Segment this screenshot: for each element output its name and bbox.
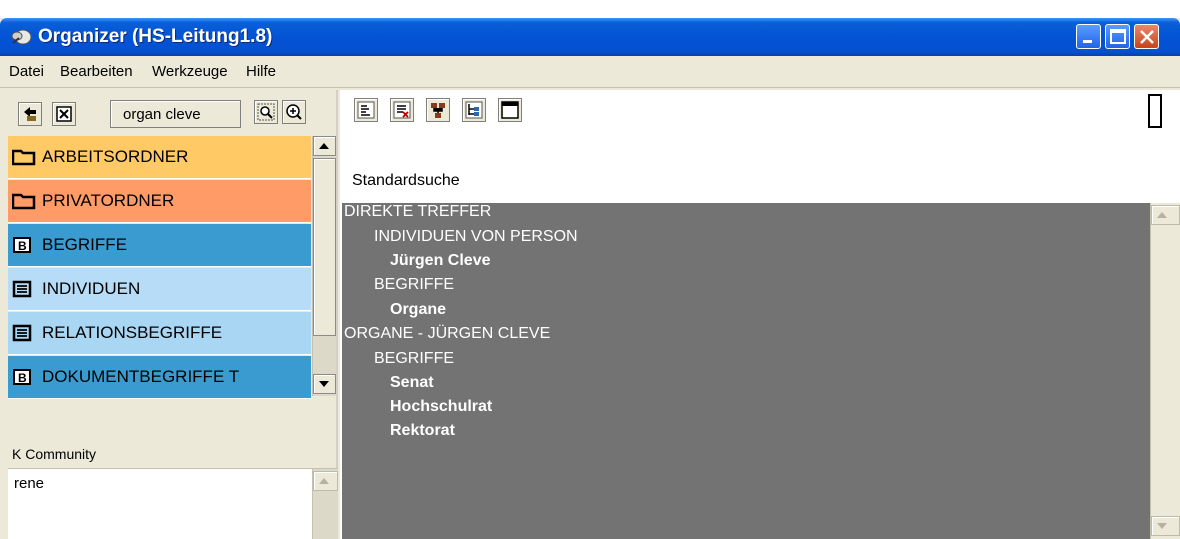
menu-werkzeuge[interactable]: Werkzeuge (152, 63, 228, 80)
result-item-rektorat[interactable]: Rektorat (390, 422, 455, 440)
advanced-search-button[interactable] (282, 100, 306, 124)
maximize-icon (1110, 29, 1126, 44)
arrow-down-icon (319, 381, 329, 387)
folder-individuen[interactable]: INDIVIDUEN (8, 268, 311, 311)
close-button[interactable] (1134, 24, 1159, 49)
back-arrow-icon (24, 107, 36, 121)
hierarchy-icon (431, 103, 445, 118)
cropped-heading (0, 0, 1180, 20)
result-item-hochschulrat[interactable]: Hochschulrat (390, 398, 492, 416)
community-list: rene (8, 468, 338, 539)
filter-list-icon (393, 101, 411, 119)
folder-begriffe[interactable]: B BEGRIFFE (8, 224, 311, 267)
folder-label: INDIVIDUEN (42, 279, 141, 298)
community-scroll-up-button[interactable] (313, 471, 338, 491)
result-category-begriffe[interactable]: BEGRIFFE (374, 276, 454, 294)
folder-relationsbegriffe[interactable]: RELATIONSBEGRIFFE (8, 312, 311, 355)
community-item[interactable]: rene (14, 475, 44, 492)
navigation-pane: organ cleve ARBEITSORDNER PRIVATORDNER B… (0, 90, 338, 539)
hierarchy-button[interactable] (426, 98, 450, 122)
delete-button[interactable] (52, 102, 76, 126)
folder-arbeitsordner[interactable]: ARBEITSORDNER (8, 136, 311, 179)
tree-view-icon (465, 101, 483, 119)
result-item-organe[interactable]: Organe (390, 301, 446, 319)
results-scroll-up-button[interactable] (1151, 205, 1180, 225)
b-box-icon: B (13, 237, 31, 253)
panel-toggle-handle[interactable] (1148, 94, 1162, 128)
results-scrollbar[interactable] (1150, 203, 1180, 539)
minimize-button[interactable] (1076, 24, 1101, 49)
close-icon (1140, 30, 1154, 44)
folder-label: BEGRIFFE (42, 235, 128, 254)
result-group-direkte-treffer[interactable]: DIREKTE TREFFER (344, 203, 491, 221)
scroll-thumb[interactable] (313, 158, 336, 336)
b-box-icon: B (13, 369, 31, 385)
menu-datei[interactable]: Datei (9, 63, 44, 80)
organizer-window: Organizer (HS-Leitung1.8) Datei Bearbeit… (0, 18, 1180, 539)
results-scroll-down-button[interactable] (1151, 516, 1180, 536)
arrow-up-icon (1157, 212, 1167, 218)
results-pane: Standardsuche DIREKTE TREFFER INDIVIDUEN… (340, 90, 1180, 539)
search-mode-label: Standardsuche (352, 172, 460, 189)
menu-bearbeiten[interactable]: Bearbeiten (60, 63, 133, 80)
menu-hilfe[interactable]: Hilfe (246, 63, 276, 80)
arrow-down-icon (1157, 523, 1167, 529)
folder-label: ARBEITSORDNER (42, 147, 189, 166)
menu-bar: Datei Bearbeiten Werkzeuge Hilfe (0, 56, 1180, 88)
delete-box-icon (56, 106, 72, 122)
list-box-icon (12, 324, 32, 342)
search-results-tree: DIREKTE TREFFER INDIVIDUEN VON PERSON Jü… (342, 203, 1180, 539)
result-category-begriffe[interactable]: BEGRIFFE (374, 350, 454, 368)
title-bar[interactable]: Organizer (HS-Leitung1.8) (0, 18, 1180, 56)
window-icon (501, 101, 519, 119)
list-box-icon (12, 280, 32, 298)
magnifier-icon (257, 103, 275, 121)
community-scrollbar[interactable] (312, 469, 338, 539)
folder-privatordner[interactable]: PRIVATORDNER (8, 180, 311, 223)
scroll-up-button[interactable] (313, 136, 336, 156)
svg-text:B: B (18, 239, 27, 253)
list-view-icon (357, 101, 375, 119)
result-item-senat[interactable]: Senat (390, 374, 434, 392)
result-item-juergen-cleve[interactable]: Jürgen Cleve (390, 252, 490, 270)
folder-icon (12, 193, 36, 210)
arrow-up-icon (319, 478, 329, 484)
search-settings-icon (286, 104, 302, 120)
filter-list-button[interactable] (390, 98, 414, 122)
search-input[interactable]: organ cleve (110, 100, 241, 128)
scroll-down-button[interactable] (313, 374, 336, 394)
minimize-icon (1083, 40, 1092, 43)
svg-text:B: B (18, 371, 27, 385)
community-label: K Community (12, 446, 97, 462)
folder-label: DOKUMENTBEGRIFFE T (42, 367, 240, 386)
folder-label: RELATIONSBEGRIFFE (42, 323, 223, 342)
folder-list: ARBEITSORDNER PRIVATORDNER B BEGRIFFE IN… (8, 136, 311, 440)
folder-scrollbar[interactable] (312, 136, 336, 396)
maximize-button[interactable] (1105, 24, 1130, 49)
window-view-button[interactable] (498, 98, 522, 122)
tree-view-button[interactable] (462, 98, 486, 122)
list-view-button[interactable] (354, 98, 378, 122)
result-group-organe-juergen-cleve[interactable]: ORGANE - JÜRGEN CLEVE (344, 325, 550, 343)
result-category-individuen[interactable]: INDIVIDUEN VON PERSON (374, 228, 578, 246)
back-button[interactable] (18, 102, 42, 126)
search-button[interactable] (254, 100, 278, 124)
app-icon (11, 29, 32, 45)
arrow-up-icon (319, 143, 329, 149)
folder-dokumentbegriffe[interactable]: B DOKUMENTBEGRIFFE T (8, 356, 311, 399)
folder-icon (12, 149, 36, 166)
folder-label: PRIVATORDNER (42, 191, 175, 210)
window-title: Organizer (HS-Leitung1.8) (38, 26, 273, 47)
